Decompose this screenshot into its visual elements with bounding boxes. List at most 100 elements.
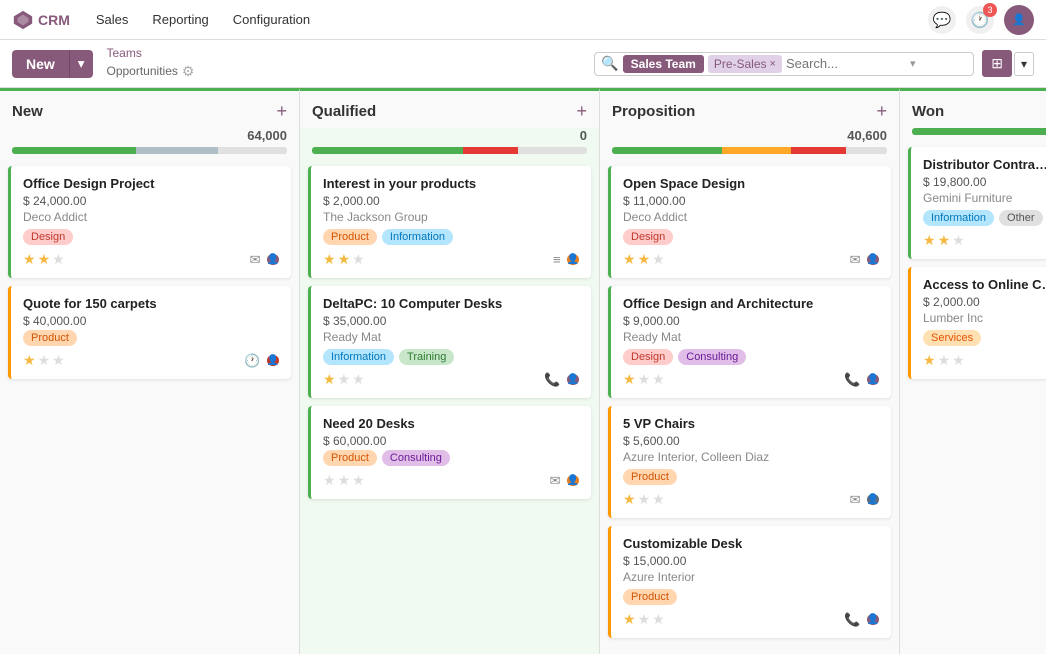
star-rating[interactable]: ★★★ [623,371,665,388]
star-rating[interactable]: ★★★ [23,352,65,369]
filter-sales-team[interactable]: Sales Team [623,55,704,73]
column-qualified: Qualified + 0 Interest in your products … [300,88,600,654]
column-won: Won + Distributor Contra… $ 19,800.00 Ge… [900,88,1046,654]
search-input[interactable] [786,56,906,71]
card-footer-c6: ★★★ ✉ 👤 [623,251,879,268]
star-3: ★ [352,472,365,489]
action-icon[interactable]: 🕐 [244,353,260,369]
card-company-c8: Azure Interior, Colleen Diaz [623,450,879,464]
card-amount-c5: $ 60,000.00 [323,434,579,448]
star-2: ★ [338,251,351,268]
star-1: ★ [623,371,636,388]
tag-product[interactable]: Product [323,229,377,245]
card-avatar-c3: 👤 [567,254,579,265]
action-icon[interactable]: ✉ [550,473,561,489]
star-rating[interactable]: ★★★ [623,251,665,268]
star-2: ★ [938,232,951,249]
star-2: ★ [38,251,51,268]
card-company-c7: Ready Mat [623,330,879,344]
star-1: ★ [623,251,636,268]
star-rating[interactable]: ★★★ [623,611,665,628]
card-c2[interactable]: Quote for 150 carpets $ 40,000.00 Produc… [8,286,291,379]
card-c7[interactable]: Office Design and Architecture $ 9,000.0… [608,286,891,398]
star-2: ★ [338,371,351,388]
star-rating[interactable]: ★★★ [923,232,965,249]
breadcrumb-parent[interactable]: Teams [107,45,195,62]
tag-product[interactable]: Product [623,469,677,485]
action-icon[interactable]: ≡ [553,252,561,267]
card-c11[interactable]: Access to Online C… $ 2,000.00 Lumber In… [908,267,1046,379]
star-rating[interactable]: ★★★ [623,491,665,508]
star-rating[interactable]: ★★★ [323,472,365,489]
card-title-c11: Access to Online C… [923,277,1046,292]
action-icon[interactable]: ✉ [850,252,861,268]
column-add-new[interactable]: + [276,101,287,122]
card-c6[interactable]: Open Space Design $ 11,000.00 Deco Addic… [608,166,891,278]
tag-training[interactable]: Training [399,349,454,365]
action-icon[interactable]: ✉ [850,492,861,508]
action-icon[interactable]: 📞 [844,612,860,628]
tag-consulting[interactable]: Consulting [678,349,746,365]
topnav: CRM Sales Reporting Configuration 💬 🕐 3 … [0,0,1046,40]
card-c4[interactable]: DeltaPC: 10 Computer Desks $ 35,000.00 R… [308,286,591,398]
kanban-view-btn[interactable]: ⊞ [982,50,1012,77]
action-icon[interactable]: 📞 [544,372,560,388]
star-1: ★ [623,491,636,508]
tag-services[interactable]: Services [923,330,981,346]
action-icon[interactable]: 📞 [844,372,860,388]
star-2: ★ [38,352,51,369]
card-footer-c5: ★★★ ✉ 👤 [323,472,579,489]
tag-other[interactable]: Other [999,210,1043,226]
nav-reporting[interactable]: Reporting [142,8,218,31]
action-icon[interactable]: ✉ [250,252,261,268]
nav-sales[interactable]: Sales [86,8,139,31]
card-c1[interactable]: Office Design Project $ 24,000.00 Deco A… [8,166,291,278]
card-actions-c5: ✉ 👤 [550,473,579,489]
card-amount-c11: $ 2,000.00 [923,295,1046,309]
tag-product[interactable]: Product [623,589,677,605]
filter-presales-remove[interactable]: × [770,58,776,70]
new-button[interactable]: New [12,50,69,78]
tag-product[interactable]: Product [23,330,77,346]
star-rating[interactable]: ★★★ [23,251,65,268]
star-rating[interactable]: ★★★ [323,371,365,388]
tag-consulting[interactable]: Consulting [382,450,450,466]
user-avatar[interactable]: 👤 [1004,5,1034,35]
view-dropdown-arrow[interactable]: ▾ [1014,52,1034,76]
card-tags-c8: Product [623,469,879,485]
star-3: ★ [652,491,665,508]
column-title-qualified: Qualified [312,103,376,120]
tag-information[interactable]: Information [923,210,994,226]
search-dropdown-arrow[interactable]: ▾ [910,57,916,70]
column-add-proposition[interactable]: + [876,101,887,122]
card-avatar-c5: 👤 [567,475,579,486]
tag-design[interactable]: Design [623,229,673,245]
tag-information[interactable]: Information [323,349,394,365]
column-header-proposition: Proposition + [600,91,899,128]
column-add-qualified[interactable]: + [576,101,587,122]
star-3: ★ [52,251,65,268]
card-c8[interactable]: 5 VP Chairs $ 5,600.00 Azure Interior, C… [608,406,891,518]
card-avatar-c8: 👤 [867,494,879,505]
crm-logo[interactable]: CRM [12,9,70,31]
star-3: ★ [952,352,965,369]
tag-design[interactable]: Design [23,229,73,245]
card-c3[interactable]: Interest in your products $ 2,000.00 The… [308,166,591,278]
activity-icon-btn[interactable]: 🕐 3 [966,6,994,34]
progress-bar-qualified [312,147,587,154]
chat-icon-btn[interactable]: 💬 [928,6,956,34]
tag-information[interactable]: Information [382,229,453,245]
star-rating[interactable]: ★★★ [923,352,965,369]
tag-product[interactable]: Product [323,450,377,466]
new-btn-dropdown[interactable]: ▾ [69,50,93,78]
star-rating[interactable]: ★★★ [323,251,365,268]
filter-presales[interactable]: Pre-Sales × [708,55,782,73]
card-c10[interactable]: Distributor Contra… $ 19,800.00 Gemini F… [908,147,1046,259]
nav-configuration[interactable]: Configuration [223,8,320,31]
card-c9[interactable]: Customizable Desk $ 15,000.00 Azure Inte… [608,526,891,638]
card-amount-c2: $ 40,000.00 [23,314,279,328]
tag-design[interactable]: Design [623,349,673,365]
card-c5[interactable]: Need 20 Desks $ 60,000.00 ProductConsult… [308,406,591,499]
gear-icon[interactable]: ⚙ [182,62,195,82]
cards-won: Distributor Contra… $ 19,800.00 Gemini F… [900,143,1046,654]
